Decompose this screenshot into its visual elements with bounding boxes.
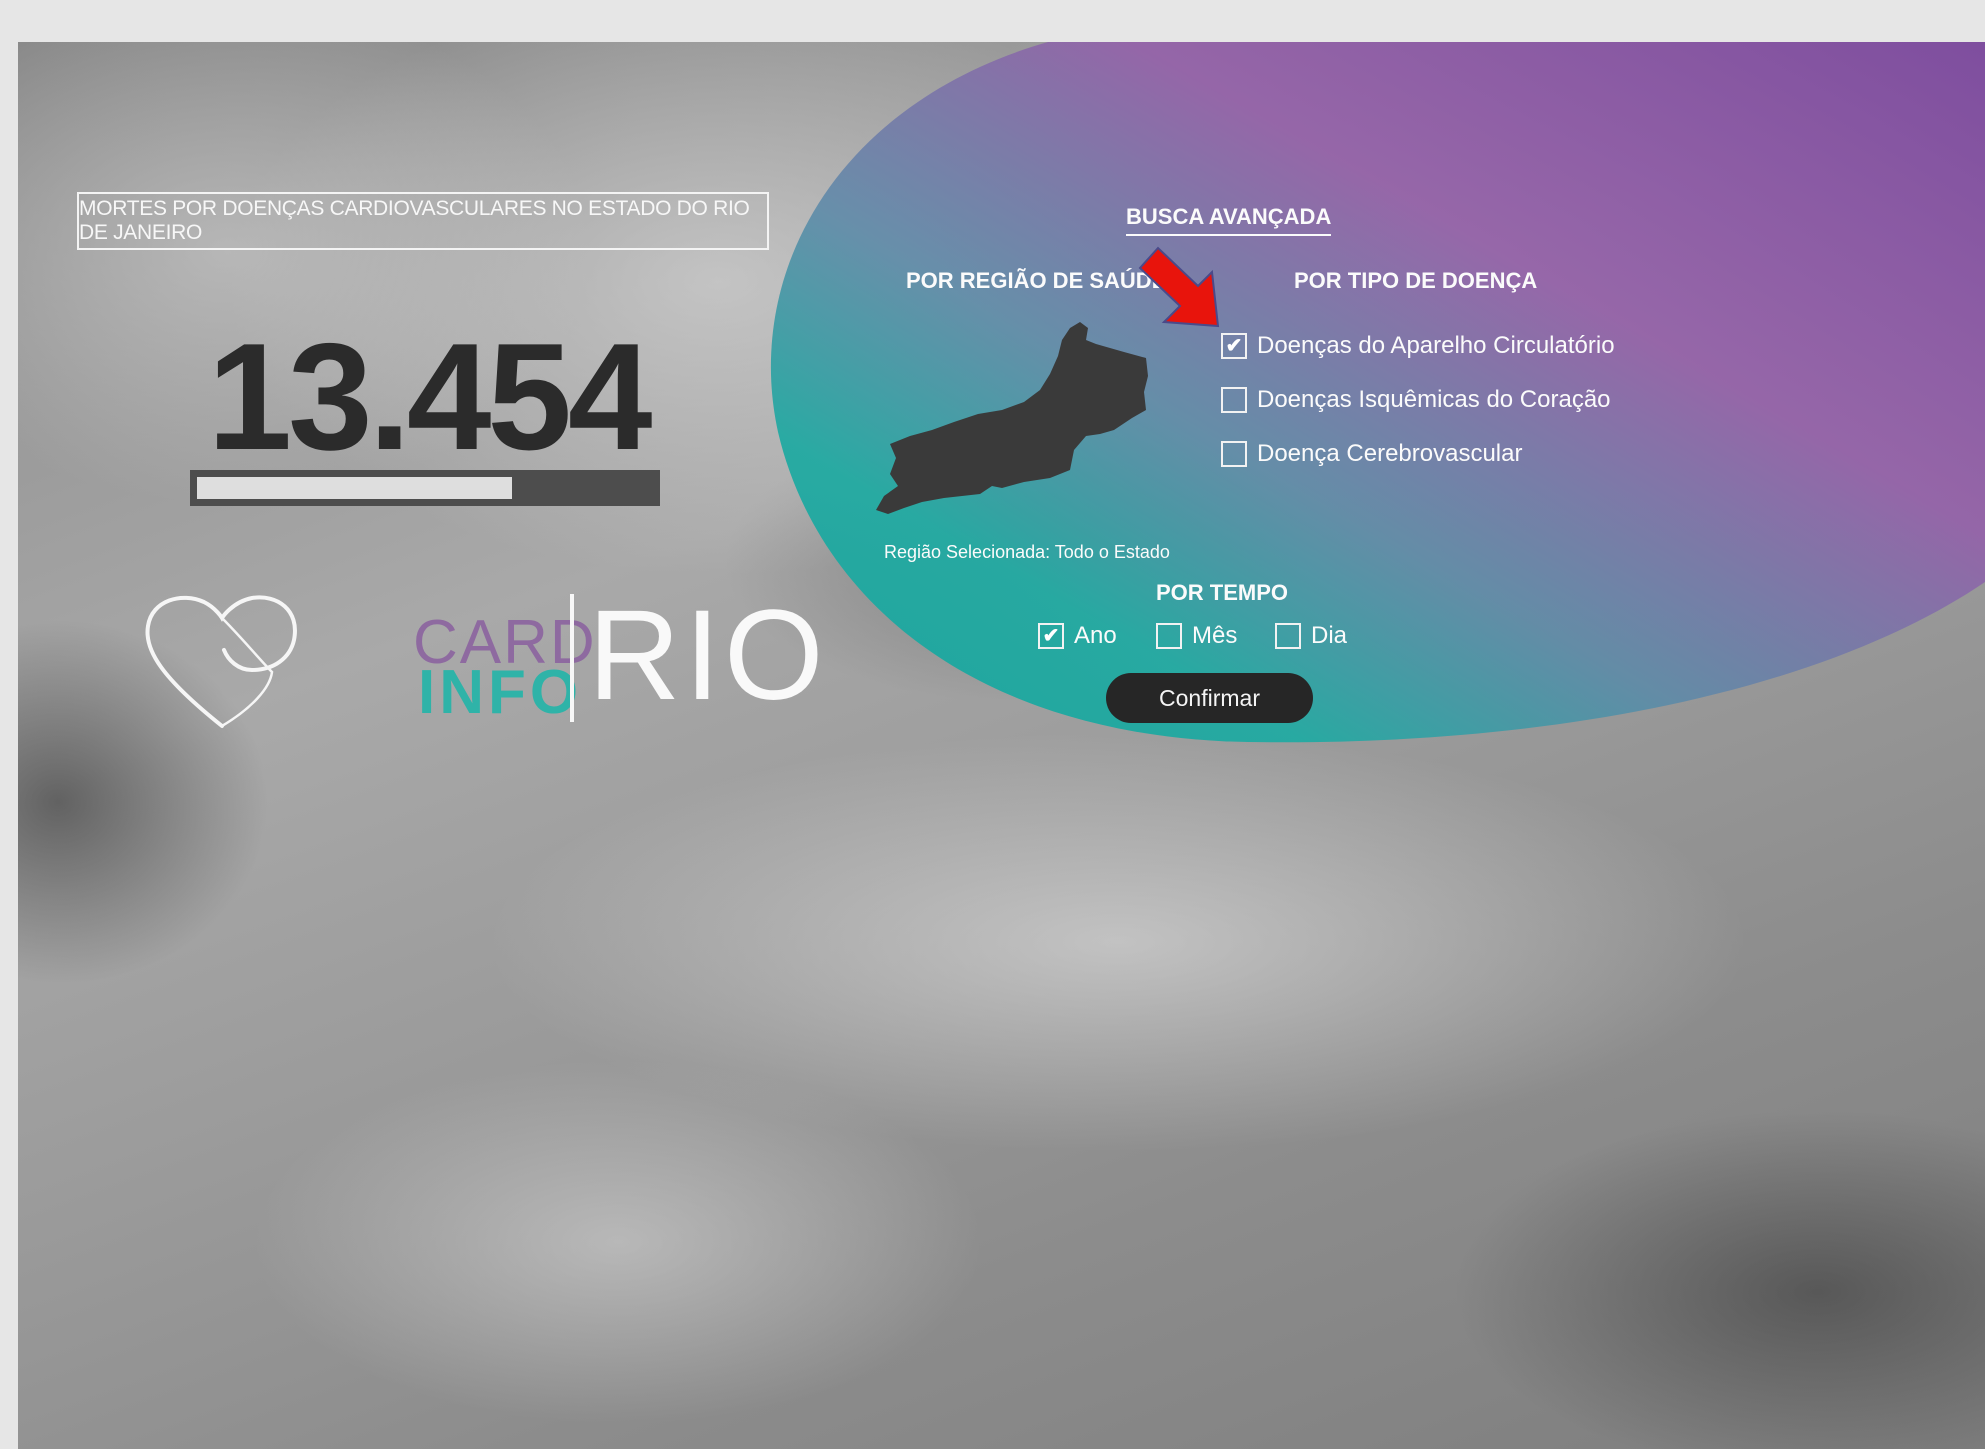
logo-divider: [570, 594, 574, 722]
time-option-label: Ano: [1074, 622, 1117, 649]
region-heading: POR REGIÃO DE SAÚDE: [906, 268, 1167, 293]
hero-background: MORTES POR DOENÇAS CARDIOVASCULARES NO E…: [18, 42, 1985, 1449]
selected-region-label: Região Selecionada: Todo o Estado: [884, 542, 1170, 562]
time-option-label: Mês: [1192, 622, 1238, 649]
disease-option-label: Doenças do Aparelho Circulatório: [1257, 332, 1615, 359]
page-title-box: MORTES POR DOENÇAS CARDIOVASCULARES NO E…: [77, 192, 769, 250]
page-title: MORTES POR DOENÇAS CARDIOVASCULARES NO E…: [79, 197, 750, 244]
progress-bar: [190, 470, 660, 506]
rio-de-janeiro-map[interactable]: [874, 318, 1154, 518]
checkbox-day[interactable]: [1275, 623, 1301, 649]
time-option-month[interactable]: Mês: [1156, 622, 1237, 650]
heart-logo-icon: [145, 595, 297, 728]
total-deaths-count: 13.454: [207, 312, 653, 482]
check-icon: ✔: [1225, 335, 1243, 357]
time-heading: POR TEMPO: [1156, 580, 1289, 605]
checkbox-cerebrovascular[interactable]: [1221, 441, 1247, 467]
disease-type-heading: POR TIPO DE DOENÇA: [1294, 268, 1538, 293]
confirm-button[interactable]: Confirmar: [1106, 673, 1313, 723]
disease-option-label: Doenças Isquêmicas do Coração: [1257, 386, 1611, 413]
time-option-day[interactable]: Dia: [1275, 622, 1347, 650]
progress-bar-fill: [197, 477, 512, 499]
checkbox-circulatory[interactable]: ✔: [1221, 333, 1247, 359]
check-icon: ✔: [1042, 625, 1060, 647]
red-arrow-icon: [1138, 246, 1220, 328]
logo-rio-text: RIO: [588, 584, 828, 727]
logo-info-text: INFO: [418, 658, 583, 727]
advanced-search-link[interactable]: BUSCA AVANÇADA: [1126, 204, 1332, 236]
disease-option-label: Doença Cerebrovascular: [1257, 440, 1523, 467]
time-option-year[interactable]: ✔ Ano: [1038, 622, 1117, 650]
disease-option-circulatory[interactable]: ✔ Doenças do Aparelho Circulatório: [1221, 332, 1615, 360]
cardinfo-rio-logo: CARD INFO RIO: [130, 588, 824, 748]
time-option-label: Dia: [1311, 622, 1348, 649]
checkbox-month[interactable]: [1156, 623, 1182, 649]
checkbox-year[interactable]: ✔: [1038, 623, 1064, 649]
checkbox-ischemic[interactable]: [1221, 387, 1247, 413]
disease-option-ischemic[interactable]: Doenças Isquêmicas do Coração: [1221, 386, 1611, 414]
disease-option-cerebrovascular[interactable]: Doença Cerebrovascular: [1221, 440, 1522, 468]
